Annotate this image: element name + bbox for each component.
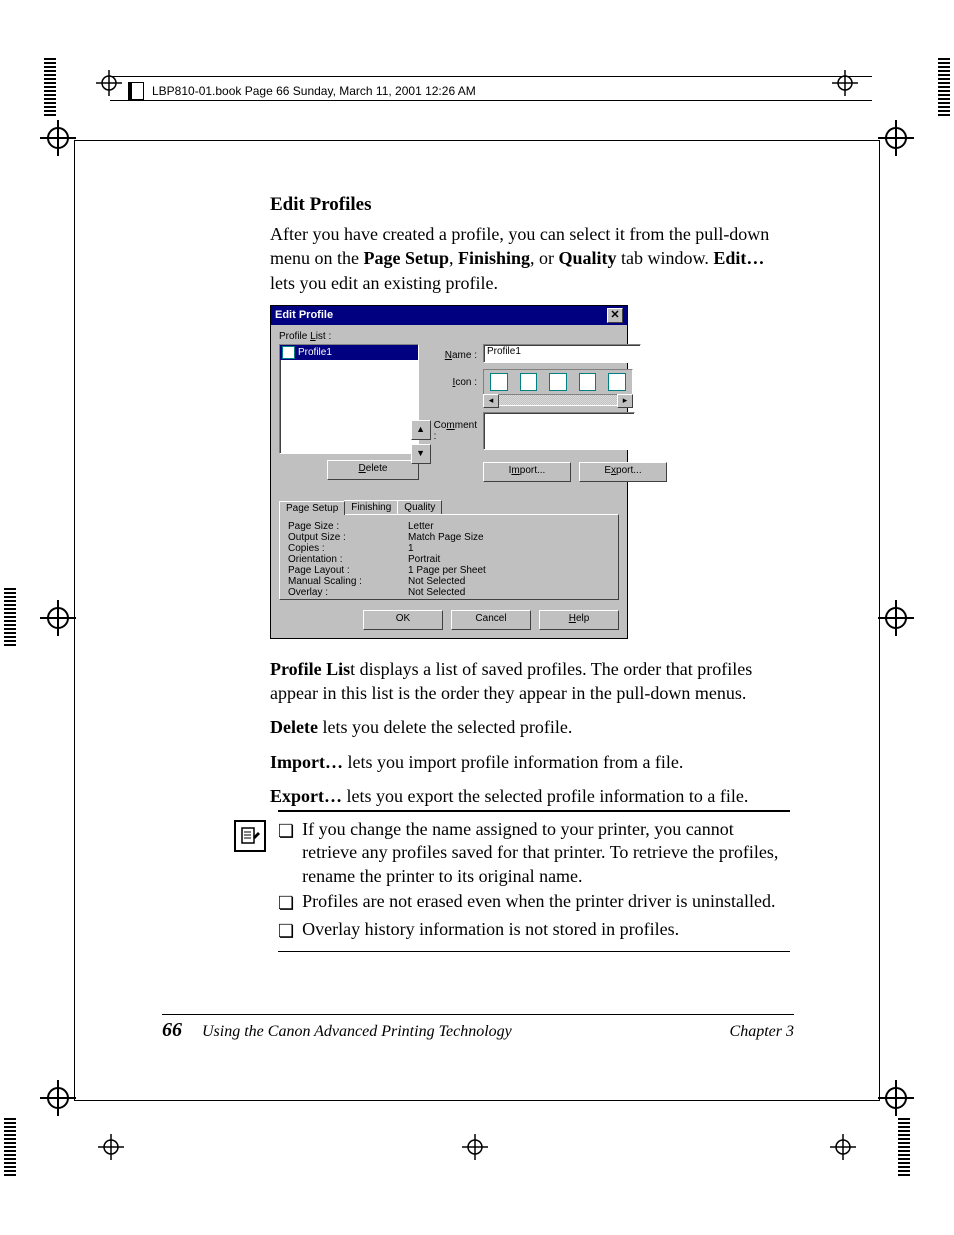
header-meta: LBP810-01.book Page 66 Sunday, March 11,… [128,82,476,100]
header-rule [110,100,872,101]
book-icon [128,82,144,100]
binding-strip-right [938,58,950,116]
desc-export: Export… lets you export the selected pro… [270,784,790,808]
cancel-button[interactable]: Cancel [451,610,531,630]
scroll-right-button[interactable]: ▸ [617,394,633,408]
icon-option[interactable] [520,373,538,391]
binding-strip-left [44,58,56,116]
icon-option[interactable] [549,373,567,391]
profile-list-label: Profile List : [279,331,619,342]
setting-key: Manual Scaling : [288,576,408,587]
note-item: ❏ If you change the name assigned to you… [278,818,790,888]
note-text: Overlay history information is not store… [302,918,679,943]
icon-picker[interactable] [483,369,633,395]
target-mark-icon [462,1134,488,1160]
comment-label: Comment : [434,420,477,442]
target-mark-icon [98,1134,124,1160]
comment-input[interactable] [483,412,635,450]
target-mark-icon [830,1134,856,1160]
intro-paragraph: After you have created a profile, you ca… [270,222,790,295]
bullet-icon: ❏ [278,918,294,943]
tab-quality[interactable]: Quality [397,500,442,514]
desc-import: Import… lets you import profile informat… [270,750,790,774]
frame-line [74,140,880,141]
frame-line [74,140,75,1100]
help-button[interactable]: Help [539,610,619,630]
setting-key: Orientation : [288,554,408,565]
delete-button[interactable]: Delete [327,460,419,480]
footer-chapter: Chapter 3 [730,1023,794,1041]
icon-option[interactable] [579,373,597,391]
import-button[interactable]: Import... [483,462,571,482]
binding-strip-left-mid [4,588,16,646]
target-mark-icon [878,600,914,636]
profile-item-label: Profile1 [298,347,332,358]
profile-icon [282,346,295,359]
profile-list-item-selected[interactable]: Profile1 [280,345,418,360]
setting-key: Page Size : [288,521,408,532]
export-button[interactable]: Export... [579,462,667,482]
name-label: Name : [445,350,477,361]
target-mark-icon [832,70,858,96]
move-up-button[interactable]: ▲ [411,420,431,440]
icon-scrollbar[interactable]: ◂ ▸ [483,394,633,406]
note-text: Profiles are not erased even when the pr… [302,890,775,915]
setting-key: Overlay : [288,587,408,598]
tab-panel-page-setup: Page Size :LetterOutput Size :Match Page… [279,514,619,600]
note-icon [234,820,266,852]
page-footer: 66 Using the Canon Advanced Printing Tec… [162,1014,794,1042]
bullet-icon: ❏ [278,890,294,915]
dialog-titlebar: Edit Profile ✕ [271,306,627,325]
note-block: ❏ If you change the name assigned to you… [234,810,790,952]
dialog-title: Edit Profile [275,309,333,321]
bullet-icon: ❏ [278,818,294,888]
binding-strip-left-bot [4,1118,16,1176]
setting-value: Not Selected [408,587,610,598]
setting-value: 1 Page per Sheet [408,565,610,576]
note-item: ❏ Profiles are not erased even when the … [278,890,790,915]
scroll-left-button[interactable]: ◂ [483,394,499,408]
desc-profile-list: Profile List displays a list of saved pr… [270,657,790,706]
target-mark-icon [878,1080,914,1116]
tab-finishing[interactable]: Finishing [344,500,398,514]
setting-key: Page Layout : [288,565,408,576]
target-mark-icon [40,600,76,636]
section-heading: Edit Profiles [270,194,790,216]
name-input[interactable]: Profile1 [483,344,641,363]
setting-value: Portrait [408,554,610,565]
setting-value: Letter [408,521,610,532]
edit-profile-dialog: Edit Profile ✕ Profile List : Profile1 [270,305,628,639]
setting-value: Match Page Size [408,532,610,543]
binding-strip-right-bot [898,1118,910,1176]
setting-value: Not Selected [408,576,610,587]
header-meta-text: LBP810-01.book Page 66 Sunday, March 11,… [152,84,476,98]
tab-strip: Page Setup Finishing Quality [279,500,619,514]
profile-list[interactable]: Profile1 [279,344,419,454]
ok-button[interactable]: OK [363,610,443,630]
icon-option[interactable] [608,373,626,391]
target-mark-icon [878,120,914,156]
header-rule [110,76,872,77]
page-number: 66 [162,1019,182,1041]
move-down-button[interactable]: ▼ [411,444,431,464]
footer-title: Using the Canon Advanced Printing Techno… [202,1023,512,1040]
setting-key: Output Size : [288,532,408,543]
icon-option[interactable] [490,373,508,391]
close-button[interactable]: ✕ [607,308,623,323]
setting-key: Copies : [288,543,408,554]
target-mark-icon [96,70,122,96]
target-mark-icon [40,1080,76,1116]
frame-line [74,1100,880,1101]
icon-label: Icon : [453,377,477,388]
desc-delete: Delete lets you delete the selected prof… [270,715,790,739]
note-item: ❏ Overlay history information is not sto… [278,918,790,943]
scroll-track[interactable] [499,394,617,406]
setting-value: 1 [408,543,610,554]
note-text: If you change the name assigned to your … [302,818,790,888]
target-mark-icon [40,120,76,156]
frame-line [879,140,880,1100]
tab-page-setup[interactable]: Page Setup [279,501,345,515]
